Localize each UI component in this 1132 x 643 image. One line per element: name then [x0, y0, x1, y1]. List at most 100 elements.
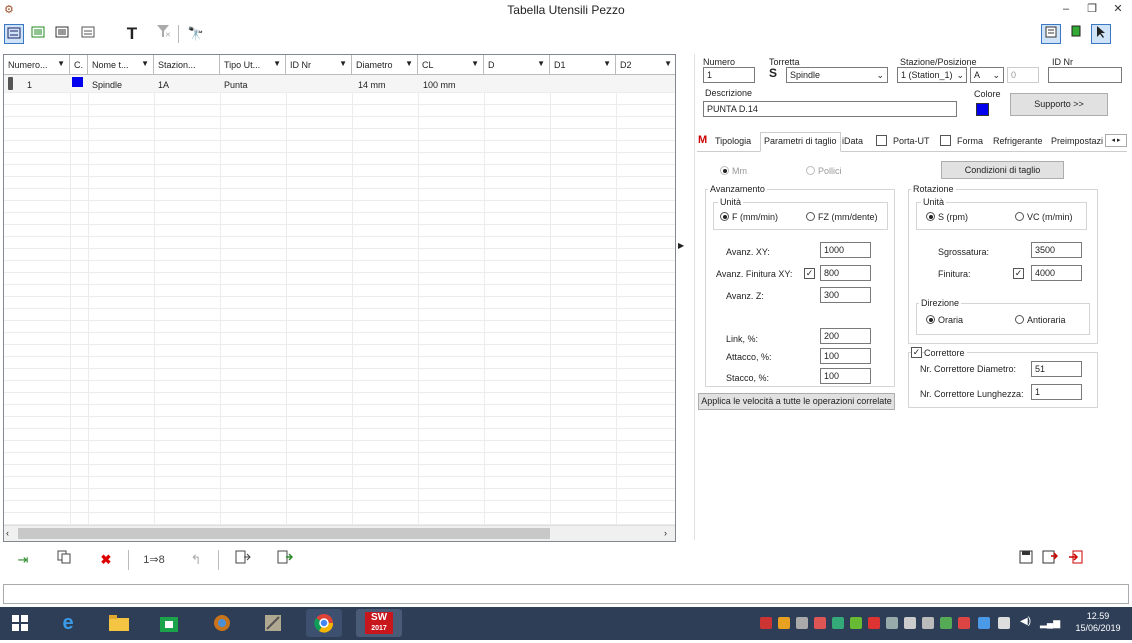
view-large-list-icon[interactable] — [4, 24, 24, 44]
idnr-field[interactable] — [1048, 67, 1122, 83]
numero-field[interactable]: 1 — [703, 67, 755, 83]
tab-refrigerante[interactable]: Refrigerante — [993, 133, 1043, 151]
import-icon[interactable] — [233, 550, 253, 570]
scroll-right-icon[interactable]: › — [664, 528, 667, 538]
clear-filter-icon[interactable]: ✕ — [154, 24, 174, 44]
col-header-diametro[interactable]: Diametro ▼ — [352, 55, 418, 75]
vc-m-min-radio[interactable]: VC (m/min) — [1015, 212, 1073, 222]
correttore-checkbox[interactable]: ✓ — [911, 347, 922, 358]
tray-icon-5[interactable] — [832, 617, 844, 629]
add-tool-icon[interactable]: ⇥ — [13, 550, 33, 570]
fz-mm-dente-radio[interactable]: FZ (mm/dente) — [806, 212, 878, 222]
app-icon-taskbar[interactable] — [259, 609, 287, 637]
stacco-field[interactable]: 100 — [820, 368, 871, 384]
tray-icon-13[interactable] — [978, 617, 990, 629]
avanz-xy-field[interactable]: 1000 — [820, 242, 871, 258]
col-header-color[interactable]: C. — [70, 55, 88, 75]
scroll-thumb[interactable] — [18, 528, 550, 539]
copy-tool-icon[interactable] — [54, 550, 74, 570]
renumber-icon[interactable]: 1⇒8 — [140, 550, 168, 570]
view-compact-icon[interactable] — [78, 24, 98, 44]
tray-icon-6[interactable] — [850, 617, 862, 629]
restore-button[interactable]: ❐ — [1080, 0, 1104, 20]
col-header-cl[interactable]: CL ▼ — [418, 55, 484, 75]
tab-scroll-arrows[interactable]: ◂ ▸ — [1105, 134, 1127, 147]
scroll-left-icon[interactable]: ‹ — [6, 528, 9, 538]
link-field[interactable]: 200 — [820, 328, 871, 344]
col-header-nome[interactable]: Nome t... ▼ — [88, 55, 154, 75]
forma-checkbox[interactable] — [940, 135, 951, 146]
sgrossatura-field[interactable]: 3500 — [1031, 242, 1082, 258]
exit-icon[interactable] — [1066, 550, 1086, 570]
photos-icon[interactable] — [208, 609, 236, 637]
tray-icon-1[interactable] — [760, 617, 772, 629]
finitura-field[interactable]: 4000 — [1031, 265, 1082, 281]
col-header-d2[interactable]: D2 ▼ — [616, 55, 675, 75]
tab-idata[interactable]: iData — [842, 133, 863, 151]
windows-start-icon[interactable] — [6, 609, 34, 637]
tab-porta-ut[interactable]: Porta-UT — [893, 133, 930, 151]
avanz-z-field[interactable]: 300 — [820, 287, 871, 303]
col-header-tipo[interactable]: Tipo Ut... ▼ — [220, 55, 286, 75]
descrizione-field[interactable]: PUNTA D.14 — [703, 101, 957, 117]
condizioni-di-taglio-button[interactable]: Condizioni di taglio — [941, 161, 1064, 179]
corr-lunghezza-field[interactable]: 1 — [1031, 384, 1082, 400]
torretta-select[interactable]: Spindle ⌄ — [786, 67, 888, 83]
tray-icon-3[interactable] — [796, 617, 808, 629]
attacco-field[interactable]: 100 — [820, 348, 871, 364]
tray-icon-10[interactable] — [922, 617, 934, 629]
oraria-radio[interactable]: Oraria — [926, 315, 963, 325]
tab-preimpostazioni[interactable]: Preimpostazio — [1051, 133, 1103, 151]
pointer-tool-icon[interactable] — [1091, 24, 1111, 44]
tray-icon-8[interactable] — [886, 617, 898, 629]
tab-forma[interactable]: Forma — [957, 133, 983, 151]
tray-icon-12[interactable] — [958, 617, 970, 629]
avanz-finitura-checkbox[interactable]: ✓ — [804, 268, 815, 279]
pollici-radio[interactable]: Pollici — [806, 166, 842, 176]
col-header-d[interactable]: D ▼ — [484, 55, 550, 75]
mm-radio[interactable]: Mm — [720, 166, 747, 176]
col-header-stazione[interactable]: Stazion... — [154, 55, 220, 75]
view-list-icon[interactable] — [52, 24, 72, 44]
col-header-idnr[interactable]: ID Nr ▼ — [286, 55, 352, 75]
save-exit-icon[interactable] — [1040, 550, 1060, 570]
file-explorer-icon[interactable] — [105, 609, 133, 637]
edge-icon[interactable]: e — [54, 609, 82, 637]
porta-ut-checkbox[interactable] — [876, 135, 887, 146]
table-row[interactable]: 1 Spindle 1A Punta 14 mm 100 mm — [4, 75, 675, 93]
col-header-d1[interactable]: D1 ▼ — [550, 55, 616, 75]
minimize-button[interactable]: – — [1054, 0, 1078, 20]
tool-table[interactable]: Numero... ▼ C. Nome t... ▼ Stazion... Tipo… — [3, 54, 676, 542]
view-detail-list-icon[interactable] — [28, 24, 48, 44]
volume-icon[interactable]: ◀) — [1020, 616, 1031, 627]
tool-holder-icon[interactable] — [1066, 24, 1086, 44]
text-tool-icon[interactable]: T — [122, 24, 142, 44]
network-icon[interactable] — [998, 617, 1010, 629]
s-rpm-radio[interactable]: S (rpm) — [926, 212, 968, 222]
applica-velocita-button[interactable]: Applica le velocità a tutte le operazion… — [698, 393, 895, 410]
tray-icon-7[interactable] — [868, 617, 880, 629]
clock[interactable]: 12.59 15/06/2019 — [1068, 611, 1128, 633]
export-icon[interactable] — [275, 550, 295, 570]
delete-tool-icon[interactable]: ✖ — [96, 550, 116, 570]
stazione-select[interactable]: 1 (Station_1) ⌄ — [897, 67, 967, 83]
colore-swatch[interactable] — [976, 103, 989, 116]
posizione-select[interactable]: A ⌄ — [970, 67, 1004, 83]
tab-parametri-di-taglio[interactable]: Parametri di taglio — [760, 132, 841, 152]
corr-diametro-field[interactable]: 51 — [1031, 361, 1082, 377]
avanz-finitura-field[interactable]: 800 — [820, 265, 871, 281]
tray-icon-9[interactable] — [904, 617, 916, 629]
col-header-numero[interactable]: Numero... ▼ — [4, 55, 70, 75]
tray-icon-4[interactable] — [814, 617, 826, 629]
tab-tipologia[interactable]: Tipologia — [715, 133, 751, 151]
tray-icon-11[interactable] — [940, 617, 952, 629]
tool-view-icon[interactable] — [1041, 24, 1061, 44]
save-icon[interactable] — [1016, 550, 1036, 570]
f-mm-min-radio[interactable]: F (mm/min) — [720, 212, 778, 222]
antioraria-radio[interactable]: Antioraria — [1015, 315, 1066, 325]
undo-icon[interactable]: ↰ — [186, 550, 206, 570]
signal-icon[interactable]: ▂▄▆ — [1040, 618, 1060, 629]
close-button[interactable]: ✕ — [1106, 0, 1130, 20]
posizione-number[interactable]: 0 — [1007, 67, 1039, 83]
store-icon[interactable] — [155, 609, 183, 637]
